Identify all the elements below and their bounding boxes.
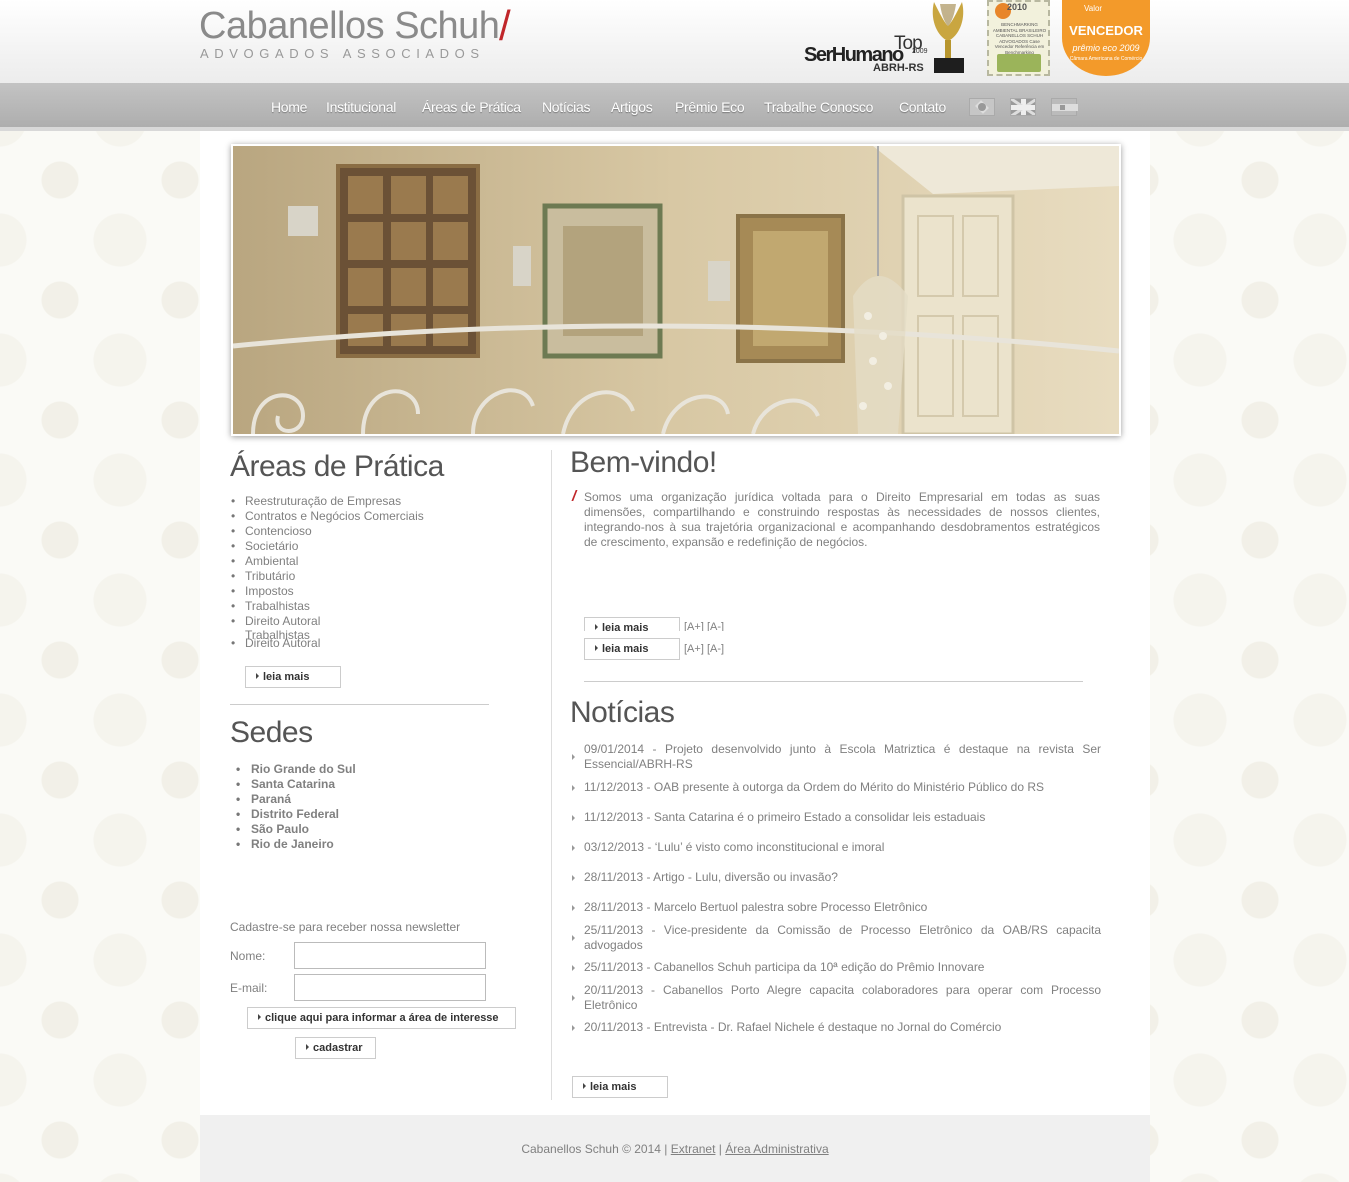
- footer-separator: |: [718, 1142, 722, 1156]
- sedes-title: Sedes: [230, 716, 313, 749]
- areas-list: Reestruturação de Empresas Contratos e N…: [230, 494, 424, 629]
- footer: Cabanellos Schuh © 2014 | Extranet | Áre…: [200, 1115, 1150, 1182]
- area-item[interactable]: Trabalhistas: [230, 599, 424, 614]
- subscribe-button[interactable]: cadastrar: [295, 1037, 376, 1059]
- name-label: Nome:: [230, 949, 266, 963]
- stamp-image: [997, 54, 1041, 72]
- area-item[interactable]: Societário: [230, 539, 424, 554]
- news-item[interactable]: 20/11/2013 - Entrevista - Dr. Rafael Nic…: [572, 1020, 1101, 1035]
- nav-areas[interactable]: Áreas de Prática: [422, 99, 521, 115]
- vencedor-badge: Valor VENCEDOR prêmio eco 2009 Câmara Am…: [1062, 0, 1150, 76]
- badge-label: VENCEDOR: [1069, 23, 1143, 38]
- newsletter-title: Cadastre-se para receber nossa newslette…: [230, 920, 461, 934]
- name-input[interactable]: [294, 942, 486, 969]
- welcome-text: Somos uma organização jurídica voltada p…: [584, 490, 1100, 549]
- sede-item[interactable]: Paraná: [236, 792, 356, 807]
- sede-item[interactable]: Rio Grande do Sul: [236, 762, 356, 777]
- news-read-more-button[interactable]: leia mais: [572, 1076, 668, 1098]
- email-label: E-mail:: [230, 981, 268, 995]
- top-ser-humano-award: Top 2009 SerHumano ABRH-RS: [804, 30, 929, 76]
- news-item[interactable]: 28/11/2013 - Artigo - Lulu, diversão ou …: [572, 870, 1101, 885]
- sede-item[interactable]: Santa Catarina: [236, 777, 356, 792]
- footer-copyright: Cabanellos Schuh © 2014 |: [521, 1142, 668, 1156]
- hero-image: [231, 144, 1121, 436]
- area-item-duplicate[interactable]: Direito Autoral: [231, 636, 320, 650]
- news-item[interactable]: 11/12/2013 - OAB presente à outorga da O…: [572, 780, 1101, 795]
- news-item[interactable]: 09/01/2014 - Projeto desenvolvido junto …: [572, 742, 1101, 772]
- logo-slash: /: [499, 2, 511, 49]
- uk-flag-icon[interactable]: [1010, 98, 1036, 116]
- area-item[interactable]: Ambiental: [230, 554, 424, 569]
- areas-read-more-button[interactable]: leia mais: [245, 666, 341, 688]
- sede-item[interactable]: Distrito Federal: [236, 807, 356, 822]
- trophy-icon: [932, 2, 964, 73]
- news-item[interactable]: 25/11/2013 - Vice-presidente da Comissão…: [572, 923, 1101, 953]
- ghost-read-more: leia mais: [584, 617, 680, 631]
- area-item[interactable]: Tributário: [230, 569, 424, 584]
- nav-noticias[interactable]: Notícias: [542, 99, 590, 115]
- nav-home[interactable]: Home: [271, 99, 307, 115]
- sede-item[interactable]: Rio de Janeiro: [236, 837, 356, 852]
- sedes-list: Rio Grande do Sul Santa Catarina Paraná …: [236, 762, 356, 852]
- area-item[interactable]: Impostos: [230, 584, 424, 599]
- news-list: 09/01/2014 - Projeto desenvolvido junto …: [572, 742, 1101, 1035]
- logo-subtitle: ADVOGADOS ASSOCIADOS: [200, 46, 485, 61]
- header: Cabanellos Schuh / ADVOGADOS ASSOCIADOS …: [0, 0, 1349, 83]
- news-item[interactable]: 03/12/2013 - ‘Lulu’ é visto como inconst…: [572, 840, 1101, 855]
- news-item[interactable]: 28/11/2013 - Marcelo Bertuol palestra so…: [572, 900, 1101, 915]
- news-title: Notícias: [570, 696, 675, 729]
- stamp-year: 2010: [1007, 2, 1028, 12]
- nav-institucional[interactable]: Institucional: [326, 99, 396, 115]
- ghost-font-plus: [A+]: [684, 621, 704, 631]
- area-item[interactable]: Contencioso: [230, 524, 424, 539]
- nav-contato[interactable]: Contato: [899, 99, 946, 115]
- area-item[interactable]: Direito Autoral: [230, 614, 424, 629]
- benchmarking-stamp: 2010 BENCHMARKING AMBIENTAL BRASILEIRO C…: [987, 0, 1050, 76]
- badge-top: Valor: [1084, 4, 1103, 13]
- area-item[interactable]: Contratos e Negócios Comerciais: [230, 509, 424, 524]
- sede-item[interactable]: São Paulo: [236, 822, 356, 837]
- welcome-title: Bem-vindo!: [570, 446, 717, 479]
- spain-flag-icon[interactable]: [1051, 98, 1078, 116]
- interest-area-button[interactable]: clique aqui para informar a área de inte…: [247, 1007, 516, 1029]
- nav-artigos[interactable]: Artigos: [611, 99, 653, 115]
- logo-name[interactable]: Cabanellos Schuh: [199, 5, 500, 48]
- divider: [230, 704, 489, 705]
- font-increase-button[interactable]: [A+]: [684, 643, 704, 655]
- news-item[interactable]: 20/11/2013 - Cabanellos Porto Alegre cap…: [572, 983, 1101, 1013]
- badge-premio: prêmio eco 2009: [1072, 43, 1140, 53]
- areas-title: Áreas de Prática: [230, 450, 444, 483]
- main-nav: Home Institucional Áreas de Prática Notí…: [0, 83, 1349, 131]
- divider: [584, 681, 1083, 682]
- news-item[interactable]: 25/11/2013 - Cabanellos Schuh participa …: [572, 960, 1101, 975]
- area-item[interactable]: Reestruturação de Empresas: [230, 494, 424, 509]
- slash-icon: /: [572, 488, 577, 505]
- welcome-controls-ghost: leia mais [A+] [A-]: [584, 617, 1100, 631]
- welcome-read-more-button[interactable]: leia mais: [584, 638, 680, 660]
- extranet-link[interactable]: Extranet: [671, 1142, 716, 1156]
- column-divider: [551, 450, 552, 1100]
- brazil-flag-icon[interactable]: [969, 98, 995, 116]
- nav-trabalhe[interactable]: Trabalhe Conosco: [764, 99, 873, 115]
- news-item[interactable]: 11/12/2013 - Santa Catarina é o primeiro…: [572, 810, 1101, 825]
- ghost-font-minus: [A-]: [707, 621, 725, 631]
- email-input[interactable]: [294, 974, 486, 1001]
- badge-sub: Câmara Americana de Comércio: [1069, 56, 1143, 62]
- award-org: ABRH-RS: [873, 62, 924, 74]
- font-decrease-button[interactable]: [A-]: [707, 643, 724, 655]
- nav-premio-eco[interactable]: Prêmio Eco: [675, 99, 745, 115]
- admin-link[interactable]: Área Administrativa: [725, 1142, 828, 1156]
